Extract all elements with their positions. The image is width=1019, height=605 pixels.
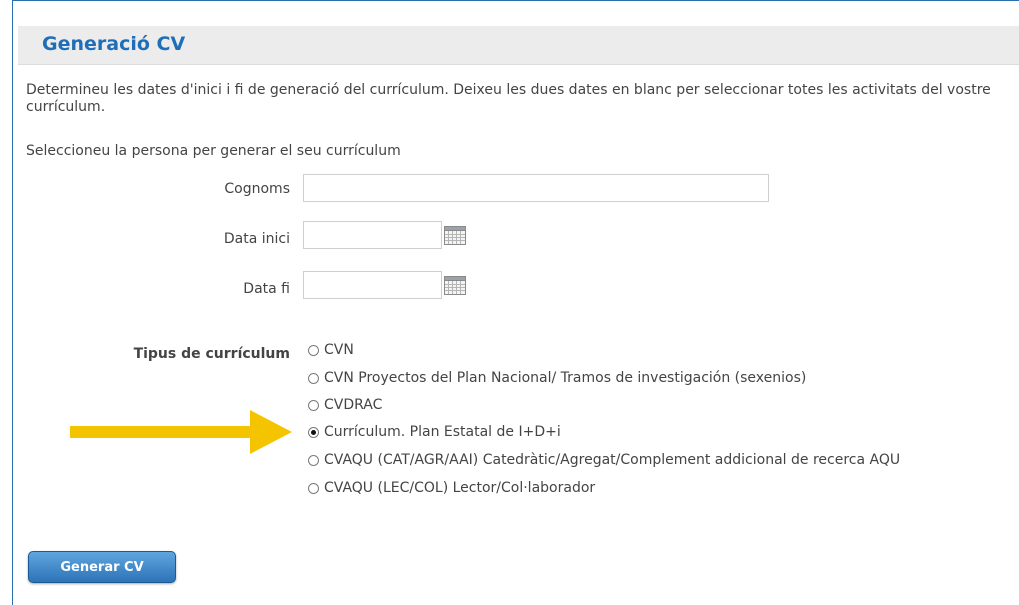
radio-label: CVDRAC: [324, 397, 383, 413]
radio-option-cvdrac[interactable]: CVDRAC: [308, 395, 382, 415]
calendar-icon[interactable]: [444, 226, 466, 245]
title-bar: Generació CV: [18, 26, 1019, 65]
generar-cv-button[interactable]: Generar CV: [28, 551, 176, 583]
radio-option-cvaqu-cat[interactable]: CVAQU (CAT/AGR/AAI) Catedràtic/Agregat/C…: [308, 450, 900, 470]
radio-button[interactable]: [308, 399, 319, 411]
page-title: Generació CV: [42, 33, 186, 55]
arrow-right-icon: [70, 410, 292, 454]
radio-button[interactable]: [308, 372, 319, 384]
radio-button-selected[interactable]: [308, 426, 319, 438]
radio-label: CVN Proyectos del Plan Nacional/ Tramos …: [324, 370, 807, 386]
select-person-text: Seleccioneu la persona per generar el se…: [26, 143, 401, 159]
cognoms-label: Cognoms: [224, 181, 290, 197]
intro-text: Determineu les dates d'inici i fi de gen…: [26, 82, 991, 115]
data-fi-input[interactable]: [303, 271, 442, 299]
data-inici-input[interactable]: [303, 221, 442, 249]
tipus-curriculum-label: Tipus de currículum: [133, 346, 290, 362]
radio-label: Currículum. Plan Estatal de I+D+i: [324, 424, 561, 440]
radio-button[interactable]: [308, 482, 319, 494]
radio-option-plan-estatal[interactable]: Currículum. Plan Estatal de I+D+i: [308, 422, 561, 442]
data-fi-label: Data fi: [243, 281, 290, 297]
calendar-icon[interactable]: [444, 276, 466, 295]
radio-label: CVAQU (LEC/COL) Lector/Col·laborador: [324, 480, 596, 496]
radio-label: CVN: [324, 342, 354, 358]
radio-label: CVAQU (CAT/AGR/AAI) Catedràtic/Agregat/C…: [324, 452, 901, 468]
radio-button[interactable]: [308, 454, 319, 466]
data-inici-label: Data inici: [223, 231, 290, 247]
radio-option-cvaqu-lec[interactable]: CVAQU (LEC/COL) Lector/Col·laborador: [308, 478, 595, 498]
radio-button[interactable]: [308, 344, 319, 356]
radio-option-cvn-proyectos[interactable]: CVN Proyectos del Plan Nacional/ Tramos …: [308, 368, 806, 388]
cognoms-input[interactable]: [303, 174, 769, 202]
radio-option-cvn[interactable]: CVN: [308, 340, 354, 360]
